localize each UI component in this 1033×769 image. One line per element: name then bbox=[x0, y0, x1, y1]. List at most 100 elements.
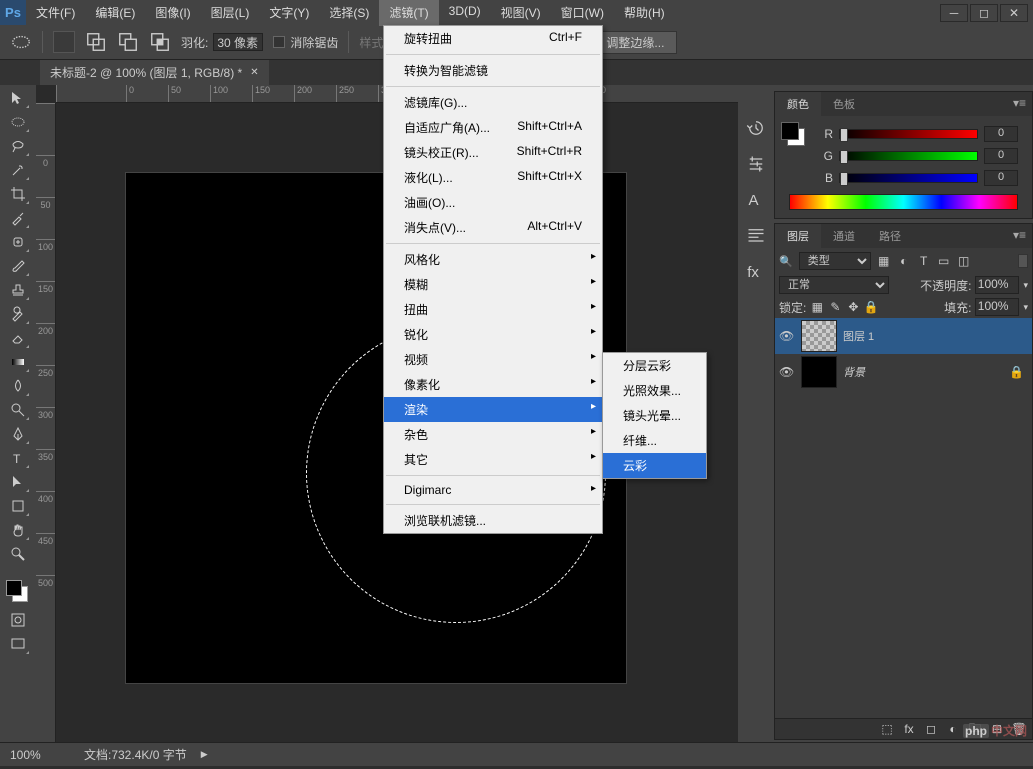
menu-edit[interactable]: 编辑(E) bbox=[85, 0, 145, 26]
menu-item[interactable]: 消失点(V)...Alt+Ctrl+V bbox=[384, 215, 602, 240]
filter-toggle[interactable] bbox=[1018, 254, 1028, 268]
panel-menu-icon[interactable]: ▾≡ bbox=[1007, 224, 1032, 248]
type-tool[interactable]: T bbox=[6, 447, 30, 469]
menu-3d[interactable]: 3D(D) bbox=[439, 0, 491, 26]
menu-item[interactable]: 像素化 bbox=[384, 372, 602, 397]
filter-shape-icon[interactable]: ▭ bbox=[937, 254, 951, 268]
g-value[interactable]: 0 bbox=[984, 148, 1018, 164]
tab-channels[interactable]: 通道 bbox=[821, 224, 867, 248]
panel-menu-icon[interactable]: ▾≡ bbox=[1007, 92, 1032, 116]
menu-file[interactable]: 文件(F) bbox=[26, 0, 85, 26]
layer-thumbnail[interactable] bbox=[801, 356, 837, 388]
layer-fx-icon[interactable]: fx bbox=[902, 722, 916, 736]
layer-mask-icon[interactable]: ◻ bbox=[924, 722, 938, 736]
menu-type[interactable]: 文字(Y) bbox=[259, 0, 319, 26]
b-value[interactable]: 0 bbox=[984, 170, 1018, 186]
submenu-item[interactable]: 光照效果... bbox=[603, 378, 706, 403]
close-icon[interactable]: ✕ bbox=[250, 67, 258, 78]
menu-view[interactable]: 视图(V) bbox=[491, 0, 551, 26]
blur-tool[interactable] bbox=[6, 375, 30, 397]
eraser-tool[interactable] bbox=[6, 327, 30, 349]
paragraph-panel-icon[interactable] bbox=[743, 223, 769, 249]
path-select-tool[interactable] bbox=[6, 471, 30, 493]
layer-name[interactable]: 背景 bbox=[843, 364, 865, 380]
layer-filter-select[interactable]: 类型 bbox=[799, 252, 871, 270]
maximize-button[interactable]: ◻ bbox=[970, 4, 998, 22]
selection-subtract-icon[interactable] bbox=[117, 31, 139, 53]
history-brush-tool[interactable] bbox=[6, 303, 30, 325]
menu-item[interactable]: 旋转扭曲Ctrl+F bbox=[384, 26, 602, 51]
wand-tool[interactable] bbox=[6, 159, 30, 181]
visibility-icon[interactable]: 👁 bbox=[779, 329, 795, 343]
tab-swatches[interactable]: 色板 bbox=[821, 92, 867, 116]
marquee-tool[interactable] bbox=[6, 111, 30, 133]
menu-item[interactable]: 转换为智能滤镜 bbox=[384, 58, 602, 83]
blend-mode-select[interactable]: 正常 bbox=[779, 276, 889, 294]
gradient-tool[interactable] bbox=[6, 351, 30, 373]
shape-tool[interactable] bbox=[6, 495, 30, 517]
eyedropper-tool[interactable] bbox=[6, 207, 30, 229]
styles-panel-icon[interactable]: fx bbox=[743, 259, 769, 285]
brush-tool[interactable] bbox=[6, 255, 30, 277]
filter-adjust-icon[interactable]: ◐ bbox=[897, 254, 911, 268]
r-slider[interactable] bbox=[839, 129, 978, 139]
heal-tool[interactable] bbox=[6, 231, 30, 253]
submenu-item[interactable]: 镜头光晕... bbox=[603, 403, 706, 428]
lasso-tool[interactable] bbox=[6, 135, 30, 157]
g-slider[interactable] bbox=[839, 151, 978, 161]
lock-position-icon[interactable]: ✥ bbox=[846, 300, 860, 314]
menu-item[interactable]: 其它 bbox=[384, 447, 602, 472]
tool-preset-icon[interactable] bbox=[10, 31, 32, 53]
foreground-background-colors[interactable] bbox=[6, 577, 30, 607]
fill-input[interactable]: 100% bbox=[975, 298, 1019, 316]
filter-smart-icon[interactable]: ◫ bbox=[957, 254, 971, 268]
menu-image[interactable]: 图像(I) bbox=[145, 0, 200, 26]
menu-select[interactable]: 选择(S) bbox=[319, 0, 379, 26]
adjustment-layer-icon[interactable]: ◐ bbox=[946, 722, 960, 736]
tab-paths[interactable]: 路径 bbox=[867, 224, 913, 248]
menu-item[interactable]: 渲染 bbox=[384, 397, 602, 422]
crop-tool[interactable] bbox=[6, 183, 30, 205]
submenu-item[interactable]: 云彩 bbox=[603, 453, 706, 478]
menu-item[interactable]: 风格化 bbox=[384, 247, 602, 272]
lock-pixels-icon[interactable]: ✎ bbox=[828, 300, 842, 314]
dodge-tool[interactable] bbox=[6, 399, 30, 421]
menu-item[interactable]: 油画(O)... bbox=[384, 190, 602, 215]
menu-item[interactable]: Digimarc bbox=[384, 479, 602, 501]
submenu-item[interactable]: 分层云彩 bbox=[603, 353, 706, 378]
history-panel-icon[interactable] bbox=[743, 115, 769, 141]
screenmode-tool[interactable] bbox=[6, 633, 30, 655]
zoom-tool[interactable] bbox=[6, 543, 30, 565]
menu-item[interactable]: 自适应广角(A)...Shift+Ctrl+A bbox=[384, 115, 602, 140]
lock-transparency-icon[interactable]: ▦ bbox=[810, 300, 824, 314]
submenu-item[interactable]: 纤维... bbox=[603, 428, 706, 453]
menu-layer[interactable]: 图层(L) bbox=[201, 0, 260, 26]
layer-item[interactable]: 👁 背景 🔒 bbox=[775, 354, 1032, 390]
lock-all-icon[interactable]: 🔒 bbox=[864, 300, 878, 314]
minimize-button[interactable]: ─ bbox=[940, 4, 968, 22]
visibility-icon[interactable]: 👁 bbox=[779, 365, 795, 379]
menu-item[interactable]: 模糊 bbox=[384, 272, 602, 297]
menu-item[interactable]: 锐化 bbox=[384, 322, 602, 347]
menu-item[interactable]: 视频 bbox=[384, 347, 602, 372]
tab-color[interactable]: 颜色 bbox=[775, 92, 821, 116]
layer-thumbnail[interactable] bbox=[801, 320, 837, 352]
link-layers-icon[interactable]: ⬚ bbox=[880, 722, 894, 736]
menu-item[interactable]: 杂色 bbox=[384, 422, 602, 447]
opacity-input[interactable]: 100% bbox=[975, 276, 1019, 294]
close-button[interactable]: ✕ bbox=[1000, 4, 1028, 22]
feather-input[interactable] bbox=[213, 33, 263, 51]
menu-filter[interactable]: 滤镜(T) bbox=[379, 0, 438, 26]
menu-help[interactable]: 帮助(H) bbox=[614, 0, 675, 26]
document-tab[interactable]: 未标题-2 @ 100% (图层 1, RGB/8) * ✕ bbox=[40, 60, 269, 85]
character-panel-icon[interactable]: A bbox=[743, 187, 769, 213]
b-slider[interactable] bbox=[839, 173, 978, 183]
antialias-checkbox[interactable] bbox=[273, 36, 285, 48]
pen-tool[interactable] bbox=[6, 423, 30, 445]
filter-type-icon[interactable]: T bbox=[917, 254, 931, 268]
selection-add-icon[interactable] bbox=[85, 31, 107, 53]
move-tool[interactable] bbox=[6, 87, 30, 109]
status-menu-icon[interactable]: ▶ bbox=[201, 749, 208, 760]
menu-item[interactable]: 镜头校正(R)...Shift+Ctrl+R bbox=[384, 140, 602, 165]
refine-edge-button[interactable]: 调整边缘... bbox=[593, 31, 677, 54]
